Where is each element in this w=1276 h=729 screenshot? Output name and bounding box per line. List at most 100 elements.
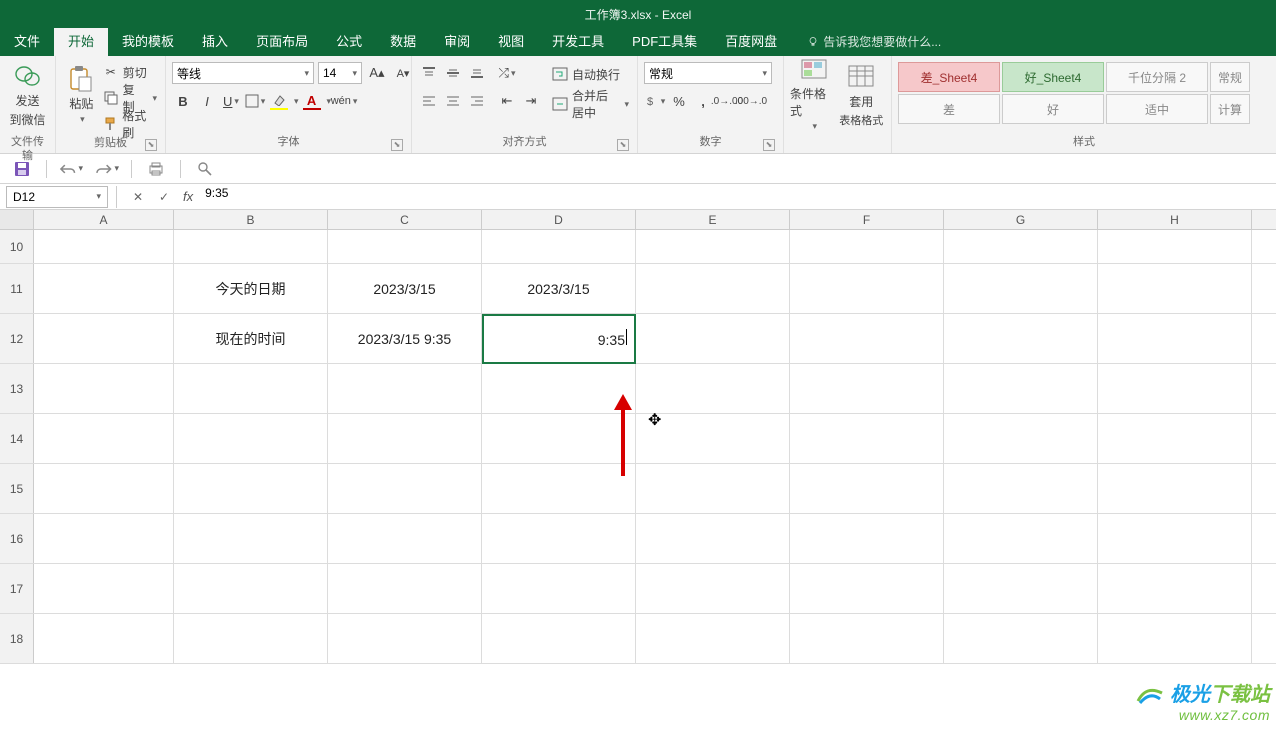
cell[interactable] [790, 314, 944, 363]
cell[interactable] [328, 514, 482, 563]
cell[interactable] [1098, 264, 1252, 313]
cell[interactable] [34, 414, 174, 463]
cell-B12[interactable]: 现在的时间 [174, 314, 328, 363]
paste-button[interactable]: 粘贴 ▾ [62, 58, 101, 132]
tab-insert[interactable]: 插入 [188, 25, 242, 56]
tab-review[interactable]: 审阅 [430, 25, 484, 56]
cell[interactable] [482, 414, 636, 463]
tab-baidu[interactable]: 百度网盘 [711, 25, 791, 56]
dialog-launcher-icon[interactable]: ⬊ [763, 139, 775, 151]
wrap-text-button[interactable]: 自动换行 [550, 62, 631, 86]
row-head-13[interactable]: 13 [0, 364, 34, 413]
select-all-corner[interactable] [0, 210, 34, 229]
border-button[interactable]: ▾ [244, 90, 266, 112]
undo-icon[interactable]: ▾ [59, 157, 83, 181]
phonetic-button[interactable]: wén▾ [333, 90, 355, 112]
cell[interactable] [1098, 230, 1252, 263]
cell[interactable] [328, 614, 482, 663]
cell-D12[interactable]: 9:35 [482, 314, 636, 363]
cell[interactable] [174, 230, 328, 263]
cell-styles-gallery[interactable]: 差_Sheet4 好_Sheet4 千位分隔 2 差 好 适中 [898, 62, 1208, 124]
cell[interactable] [1098, 614, 1252, 663]
col-head-H[interactable]: H [1098, 210, 1252, 229]
font-color-button[interactable]: A [303, 92, 321, 110]
cell[interactable] [328, 364, 482, 413]
cell[interactable] [328, 414, 482, 463]
accounting-icon[interactable]: $▾ [644, 90, 666, 112]
cell[interactable] [174, 564, 328, 613]
cell[interactable] [790, 264, 944, 313]
tab-view[interactable]: 视图 [484, 25, 538, 56]
align-top-icon[interactable] [418, 62, 440, 84]
cell[interactable] [944, 564, 1098, 613]
font-size-select[interactable]: 14▾ [318, 62, 362, 84]
orientation-icon[interactable]: ⤮▾ [496, 62, 518, 84]
cell[interactable] [790, 514, 944, 563]
cell[interactable] [944, 264, 1098, 313]
font-name-select[interactable]: 等线▾ [172, 62, 314, 84]
cell[interactable] [34, 514, 174, 563]
row-head-12[interactable]: 12 [0, 314, 34, 363]
print-icon[interactable] [144, 157, 168, 181]
tab-file[interactable]: 文件 [0, 25, 54, 56]
row-head-10[interactable]: 10 [0, 230, 34, 263]
cell[interactable] [34, 364, 174, 413]
cell[interactable] [34, 614, 174, 663]
cell[interactable] [636, 230, 790, 263]
col-head-A[interactable]: A [34, 210, 174, 229]
tab-formulas[interactable]: 公式 [322, 25, 376, 56]
fx-icon[interactable]: fx [183, 189, 193, 204]
tab-developer[interactable]: 开发工具 [538, 25, 618, 56]
cell[interactable] [1098, 514, 1252, 563]
cell[interactable] [1098, 314, 1252, 363]
cell[interactable] [174, 364, 328, 413]
cell[interactable] [790, 614, 944, 663]
dialog-launcher-icon[interactable]: ⬊ [145, 139, 157, 151]
cell[interactable] [34, 264, 174, 313]
dialog-launcher-icon[interactable]: ⬊ [617, 139, 629, 151]
align-bottom-icon[interactable] [466, 62, 488, 84]
format-painter-button[interactable]: 格式刷 [101, 112, 159, 136]
increase-indent-icon[interactable]: ⇥ [520, 90, 542, 112]
cell[interactable] [944, 230, 1098, 263]
cell[interactable] [34, 464, 174, 513]
cell[interactable] [944, 364, 1098, 413]
style-tile-thousand[interactable]: 千位分隔 2 [1106, 62, 1208, 92]
cell[interactable] [174, 514, 328, 563]
cell[interactable] [328, 230, 482, 263]
cell[interactable] [636, 564, 790, 613]
dialog-launcher-icon[interactable]: ⬊ [391, 139, 403, 151]
cell[interactable] [174, 414, 328, 463]
cell[interactable] [328, 464, 482, 513]
cell-B11[interactable]: 今天的日期 [174, 264, 328, 313]
cell-D11[interactable]: 2023/3/15 [482, 264, 636, 313]
send-to-wechat-button[interactable]: 发送 到微信 [6, 58, 49, 132]
cell[interactable] [482, 514, 636, 563]
italic-button[interactable]: I [196, 90, 218, 112]
col-head-G[interactable]: G [944, 210, 1098, 229]
decrease-decimal-icon[interactable]: .00→.0 [740, 90, 762, 112]
align-right-icon[interactable] [466, 90, 488, 112]
style-tile-bad[interactable]: 差_Sheet4 [898, 62, 1000, 92]
cell[interactable] [482, 564, 636, 613]
conditional-format-button[interactable]: 条件格式 ▾ [790, 58, 838, 132]
decrease-indent-icon[interactable]: ⇤ [496, 90, 518, 112]
underline-button[interactable]: U▾ [220, 90, 242, 112]
align-left-icon[interactable] [418, 90, 440, 112]
cell[interactable] [636, 314, 790, 363]
tab-page-layout[interactable]: 页面布局 [242, 25, 322, 56]
cell[interactable] [482, 464, 636, 513]
decrease-font-icon[interactable]: A▾ [392, 62, 414, 84]
col-head-F[interactable]: F [790, 210, 944, 229]
cancel-icon[interactable]: ✕ [125, 186, 151, 208]
increase-font-icon[interactable]: A▴ [366, 62, 388, 84]
cell[interactable] [34, 564, 174, 613]
row-head-15[interactable]: 15 [0, 464, 34, 513]
cell[interactable] [944, 464, 1098, 513]
row-head-17[interactable]: 17 [0, 564, 34, 613]
cell[interactable] [482, 230, 636, 263]
cell[interactable] [944, 414, 1098, 463]
col-head-C[interactable]: C [328, 210, 482, 229]
bold-button[interactable]: B [172, 90, 194, 112]
redo-icon[interactable]: ▾ [95, 157, 119, 181]
